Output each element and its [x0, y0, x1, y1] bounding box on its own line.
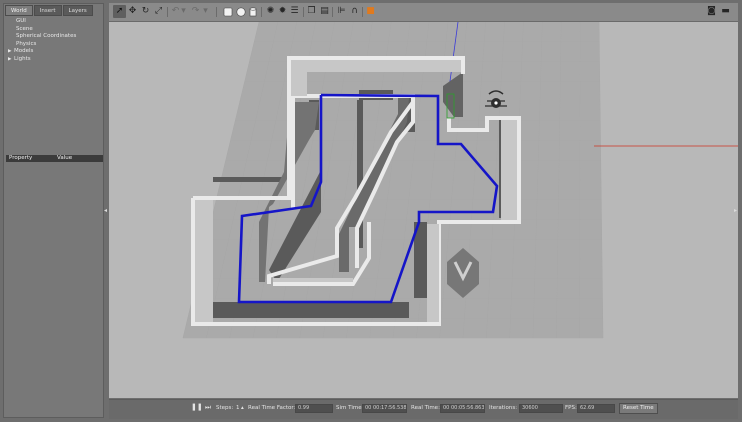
property-table-header: Property Value	[6, 155, 103, 162]
tab-layers[interactable]: Layers	[62, 5, 93, 16]
scene-render	[182, 22, 738, 339]
screenshot-icon[interactable]: ◙	[705, 5, 718, 18]
iterations-field: 30600	[519, 404, 563, 413]
real-time-factor-field: 0.99	[295, 404, 333, 413]
toolbar-divider	[303, 7, 304, 17]
toolbar: ➚ ✥ ↻ ⤢ ↶ ▾ ↷ ▾ ✺ ✹ ☰ ❐ ▤ ⊫ ∩ ■ ◙ ▬	[109, 3, 738, 22]
toolbar-divider	[362, 7, 363, 17]
collapse-right-panel-icon[interactable]: ▸	[734, 207, 737, 214]
tree-item-label: Models	[14, 48, 34, 54]
tree-item-label: Lights	[14, 55, 31, 62]
tree-item-physics[interactable]: Physics	[8, 41, 76, 49]
tab-insert[interactable]: Insert	[33, 5, 62, 16]
fps-field: 62.69	[577, 404, 615, 413]
sim-time-label: Sim Time:	[336, 405, 364, 411]
fps-label: FPS:	[565, 405, 577, 411]
sim-time-field: 00 00:17:56.538	[362, 404, 407, 413]
property-column-header: Property	[9, 155, 33, 161]
record-video-icon[interactable]: ▬	[719, 5, 732, 18]
toolbar-divider	[216, 7, 217, 17]
tree-item-models[interactable]: ▶ Models	[8, 48, 76, 56]
undo-dropdown-icon[interactable]: ▾	[180, 5, 187, 18]
value-column-header: Value	[57, 155, 73, 161]
world-panel: World Insert Layers GUI Scene Spherical …	[3, 3, 104, 418]
toolbar-divider	[167, 7, 168, 17]
align-icon[interactable]: ⊫	[335, 5, 348, 18]
iterations-label: Iterations:	[489, 405, 518, 411]
collapse-left-panel-icon[interactable]: ◂	[104, 207, 108, 215]
box-shape-icon[interactable]	[221, 5, 234, 18]
time-panel: ❚❚ ⏭ Steps: 1 ▴ Real Time Factor: 0.99 S…	[109, 399, 738, 419]
reset-time-button[interactable]: Reset Time	[619, 403, 658, 414]
paste-icon[interactable]: ▤	[318, 5, 331, 18]
steps-dropdown-icon[interactable]: ▴	[241, 405, 244, 411]
toolbar-divider	[261, 7, 262, 17]
redo-icon[interactable]: ↷	[189, 5, 202, 18]
tree-item-scene[interactable]: Scene	[8, 26, 76, 34]
world-tree: GUI Scene Spherical Coordinates Physics …	[8, 18, 76, 63]
tree-item-spherical-coordinates[interactable]: Spherical Coordinates	[8, 33, 76, 41]
step-icon[interactable]: ⏭	[205, 403, 211, 412]
scale-icon[interactable]: ⤢	[152, 5, 165, 18]
directional-light-icon[interactable]: ☰	[288, 5, 301, 18]
steps-label: Steps:	[216, 405, 234, 411]
tree-item-lights[interactable]: ▶ Lights	[8, 56, 76, 64]
change-view-icon[interactable]: ■	[364, 5, 377, 18]
panel-tabs: World Insert Layers	[5, 5, 93, 16]
translate-icon[interactable]: ✥	[126, 5, 139, 18]
real-time-field: 00 00:05:56.863	[440, 404, 485, 413]
real-time-factor-label: Real Time Factor:	[248, 405, 296, 411]
steps-spinbox[interactable]: 1	[236, 405, 240, 411]
snap-icon[interactable]: ∩	[348, 5, 361, 18]
pause-icon[interactable]: ❚❚	[191, 403, 203, 411]
3d-viewport[interactable]	[109, 22, 738, 398]
redo-dropdown-icon[interactable]: ▾	[202, 5, 209, 18]
real-time-label: Real Time:	[411, 405, 440, 411]
select-arrow-icon[interactable]: ➚	[113, 5, 126, 18]
rotate-icon[interactable]: ↻	[139, 5, 152, 18]
cylinder-shape-icon[interactable]	[246, 5, 259, 18]
tab-world[interactable]: World	[5, 5, 33, 16]
toolbar-divider	[332, 7, 333, 17]
tree-item-gui[interactable]: GUI	[8, 18, 76, 26]
copy-icon[interactable]: ❐	[305, 5, 318, 18]
